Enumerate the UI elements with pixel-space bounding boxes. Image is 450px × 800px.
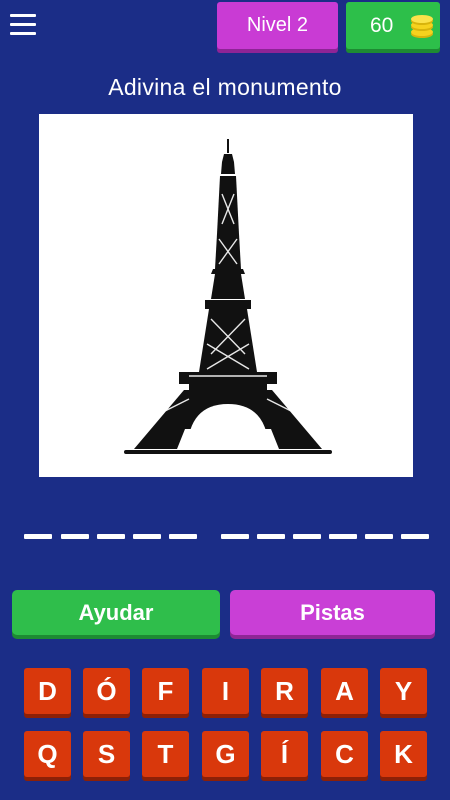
help-button[interactable]: Ayudar <box>12 590 220 635</box>
answer-slots <box>0 534 450 542</box>
letter-key[interactable]: R <box>261 668 308 714</box>
answer-slot[interactable] <box>365 534 393 539</box>
letter-key[interactable]: T <box>142 731 189 777</box>
coin-stack-icon <box>411 15 433 38</box>
letter-key[interactable]: I <box>202 668 249 714</box>
letter-key[interactable]: A <box>321 668 368 714</box>
letter-key[interactable]: Q <box>24 731 71 777</box>
question-title: Adivina el monumento <box>108 74 342 100</box>
letter-key[interactable]: F <box>142 668 189 714</box>
letter-key[interactable]: K <box>380 731 427 777</box>
answer-slot[interactable] <box>133 534 161 539</box>
level-label: Nivel 2 <box>246 14 309 36</box>
answer-slot[interactable] <box>401 534 429 539</box>
monument-picture <box>39 114 413 477</box>
answer-slot[interactable] <box>61 534 89 539</box>
answer-slot[interactable] <box>24 534 52 539</box>
eiffel-tower-image <box>124 139 332 454</box>
letter-key[interactable]: G <box>202 731 249 777</box>
answer-slot[interactable] <box>221 534 249 539</box>
answer-slot[interactable] <box>257 534 285 539</box>
letter-key[interactable]: Í <box>261 731 308 777</box>
level-badge: Nivel 2 <box>217 2 338 49</box>
hints-button[interactable]: Pistas <box>230 590 435 635</box>
answer-slot[interactable] <box>329 534 357 539</box>
letter-key[interactable]: C <box>321 731 368 777</box>
letter-key[interactable]: S <box>83 731 130 777</box>
letter-key[interactable]: Y <box>380 668 427 714</box>
letter-key[interactable]: D <box>24 668 71 714</box>
coins-badge[interactable]: 60 <box>346 2 440 49</box>
answer-slot[interactable] <box>97 534 125 539</box>
menu-icon[interactable] <box>10 14 36 36</box>
answer-slot[interactable] <box>169 534 197 539</box>
help-button-label: Ayudar <box>78 599 154 625</box>
coins-count: 60 <box>370 13 394 37</box>
letter-key[interactable]: Ó <box>83 668 130 714</box>
hints-button-label: Pistas <box>300 599 365 625</box>
answer-slot[interactable] <box>293 534 321 539</box>
